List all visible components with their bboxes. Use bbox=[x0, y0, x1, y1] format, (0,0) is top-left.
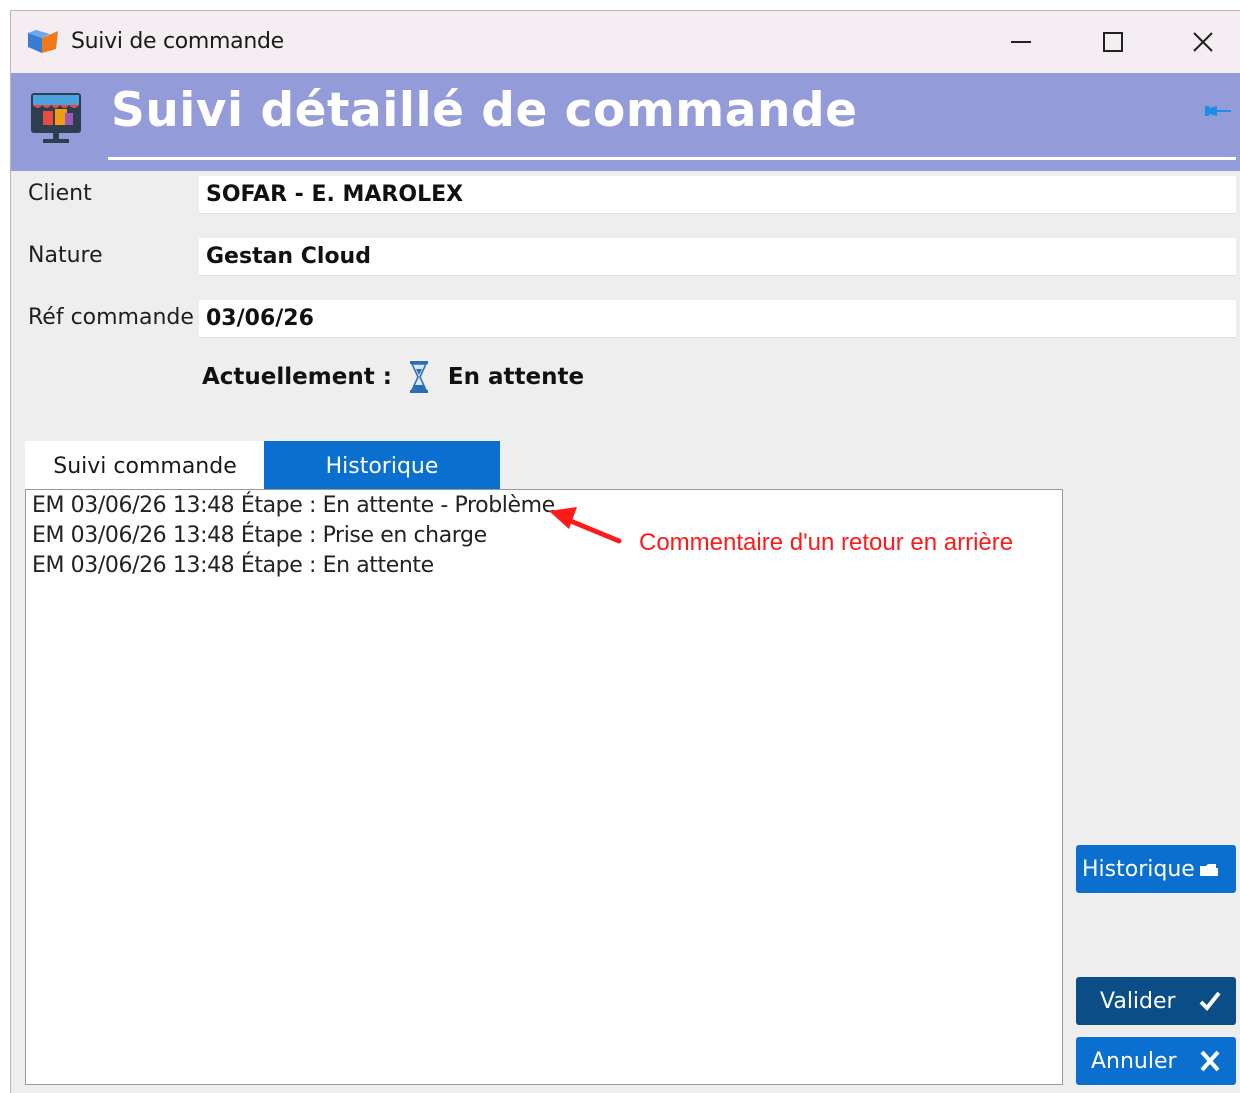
header-banner: Suivi détaillé de commande bbox=[11, 73, 1240, 171]
minimize-button[interactable] bbox=[975, 11, 1067, 73]
close-icon bbox=[1193, 32, 1213, 52]
history-button-label: Historique bbox=[1082, 856, 1195, 882]
client-label: Client bbox=[28, 181, 92, 206]
page-title: Suivi détaillé de commande bbox=[111, 83, 858, 138]
maximize-button[interactable] bbox=[1067, 11, 1159, 73]
validate-button[interactable]: Valider bbox=[1076, 977, 1236, 1025]
minimize-icon bbox=[1011, 41, 1031, 43]
nature-label: Nature bbox=[28, 243, 103, 268]
hourglass-icon bbox=[409, 361, 428, 393]
title-underline bbox=[108, 157, 1236, 160]
pin-icon[interactable] bbox=[1203, 103, 1233, 119]
tab-label: Suivi commande bbox=[53, 453, 237, 479]
maximize-icon bbox=[1103, 32, 1123, 52]
history-list[interactable]: EM 03/06/26 13:48 Étape : En attente - P… bbox=[25, 489, 1063, 1085]
tab-suivi-commande[interactable]: Suivi commande bbox=[25, 441, 265, 491]
annotation-text: Commentaire d'un retour en arrière bbox=[639, 529, 1014, 556]
status-value: En attente bbox=[447, 364, 585, 390]
folder-icon bbox=[1200, 864, 1218, 876]
validate-button-label: Valider bbox=[1100, 988, 1176, 1014]
order-ref-label: Réf commande bbox=[28, 305, 194, 330]
list-item[interactable]: EM 03/06/26 13:48 Étape : En attente bbox=[32, 553, 434, 578]
list-item[interactable]: EM 03/06/26 13:48 Étape : En attente - P… bbox=[32, 493, 555, 518]
history-button[interactable]: Historique bbox=[1076, 845, 1236, 893]
window-title: Suivi de commande bbox=[71, 29, 284, 54]
client-field[interactable]: SOFAR - E. MAROLEX bbox=[199, 176, 1236, 214]
cancel-button[interactable]: Annuler bbox=[1076, 1037, 1236, 1085]
annotation-arrow-icon bbox=[549, 507, 622, 544]
order-ref-field[interactable]: 03/06/26 bbox=[199, 300, 1236, 338]
tab-label: Historique bbox=[325, 453, 439, 479]
cancel-button-label: Annuler bbox=[1091, 1048, 1177, 1074]
tab-historique[interactable]: Historique bbox=[264, 441, 500, 491]
order-tracking-window: Suivi de commande Suivi détaillé de comm… bbox=[10, 10, 1240, 1093]
list-item[interactable]: EM 03/06/26 13:48 Étape : Prise en charg… bbox=[32, 523, 487, 548]
shop-icon bbox=[31, 93, 81, 143]
cross-icon bbox=[1200, 1050, 1220, 1072]
app-logo-icon bbox=[28, 30, 58, 53]
title-bar: Suivi de commande bbox=[11, 11, 1240, 73]
close-button[interactable] bbox=[1157, 11, 1240, 73]
status-label: Actuellement : bbox=[202, 364, 392, 390]
current-status: Actuellement : En attente bbox=[202, 359, 584, 395]
nature-field[interactable]: Gestan Cloud bbox=[199, 238, 1236, 276]
checkmark-icon bbox=[1199, 991, 1221, 1011]
